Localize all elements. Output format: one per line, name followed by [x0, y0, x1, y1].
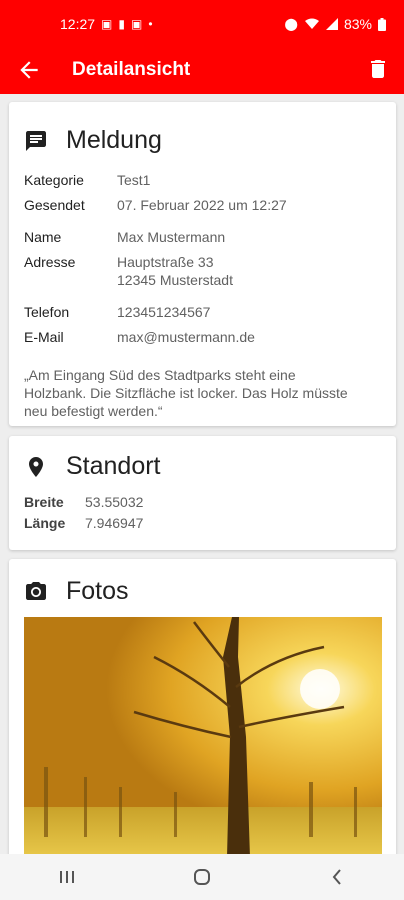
system-nav-bar: [0, 854, 404, 900]
recents-button[interactable]: [37, 857, 97, 897]
email-link[interactable]: max@mustermann.de: [117, 329, 255, 345]
notification-icon: ▣: [101, 17, 113, 31]
address-label: Adresse: [24, 254, 76, 270]
location-card: Standort Breite 53.55032 Länge 7.946947: [9, 436, 396, 550]
sent-value: 07. Februar 2022 um 12:27: [117, 197, 287, 213]
battery-icon: [378, 17, 386, 31]
longitude-label: Länge: [24, 515, 66, 531]
recents-icon: [60, 871, 75, 883]
location-pin-icon: [29, 456, 43, 477]
back-button[interactable]: [307, 857, 367, 897]
home-icon: [193, 869, 210, 885]
email-label: E-Mail: [24, 329, 64, 345]
photos-header: Fotos: [24, 577, 129, 606]
report-message: „Am Eingang Süd des Stadtparks steht ein…: [24, 367, 348, 419]
battery-percent: 83%: [343, 16, 372, 32]
location-header: Standort: [24, 452, 161, 481]
status-bar: 12:27 ▣ ▮ ▣ • ⬤ 83%: [0, 0, 404, 48]
back-arrow-icon[interactable]: [16, 57, 42, 83]
camera-icon: [26, 581, 46, 600]
location-icon: ⬤: [284, 17, 298, 31]
autumn-tree-photo[interactable]: [24, 617, 382, 854]
content-scroll[interactable]: Meldung Kategorie Test1 Gesendet 07. Feb…: [0, 94, 404, 854]
report-heading: Meldung: [66, 126, 162, 154]
dot-icon: •: [148, 17, 153, 31]
app-bar: Detailansicht: [0, 48, 404, 94]
message-icon: [26, 130, 46, 151]
report-card: Meldung Kategorie Test1 Gesendet 07. Feb…: [9, 102, 396, 426]
category-label: Kategorie: [24, 172, 84, 188]
latitude-label: Breite: [24, 494, 64, 510]
phone-label: Telefon: [24, 304, 70, 320]
status-time: 12:27: [60, 16, 96, 32]
notification-icon: ▮: [118, 17, 125, 31]
signal-icon: [325, 18, 338, 30]
wifi-icon: [304, 18, 319, 29]
status-right: ⬤ 83%: [285, 16, 386, 32]
phone-link[interactable]: 123451234567: [117, 304, 210, 320]
longitude-value: 7.946947: [85, 515, 144, 531]
status-left: 12:27 ▣ ▮ ▣ •: [60, 16, 153, 32]
address-line2: 12345 Musterstadt: [117, 272, 233, 288]
name-value: Max Mustermann: [117, 229, 226, 245]
delete-icon[interactable]: [366, 56, 390, 82]
photos-card: Fotos: [9, 559, 396, 854]
report-header: Meldung: [24, 126, 162, 155]
latitude-value: 53.55032: [85, 494, 144, 510]
category-value: Test1: [117, 172, 151, 188]
address-line1: Hauptstraße 33: [117, 254, 214, 270]
sent-label: Gesendet: [24, 197, 85, 213]
photos-heading: Fotos: [66, 577, 129, 605]
page-title: Detailansicht: [72, 59, 191, 80]
back-chevron-icon: [332, 869, 341, 885]
notification-icon: ▣: [131, 17, 143, 31]
name-label: Name: [24, 229, 62, 245]
location-heading: Standort: [66, 452, 161, 480]
home-button[interactable]: [172, 857, 232, 897]
